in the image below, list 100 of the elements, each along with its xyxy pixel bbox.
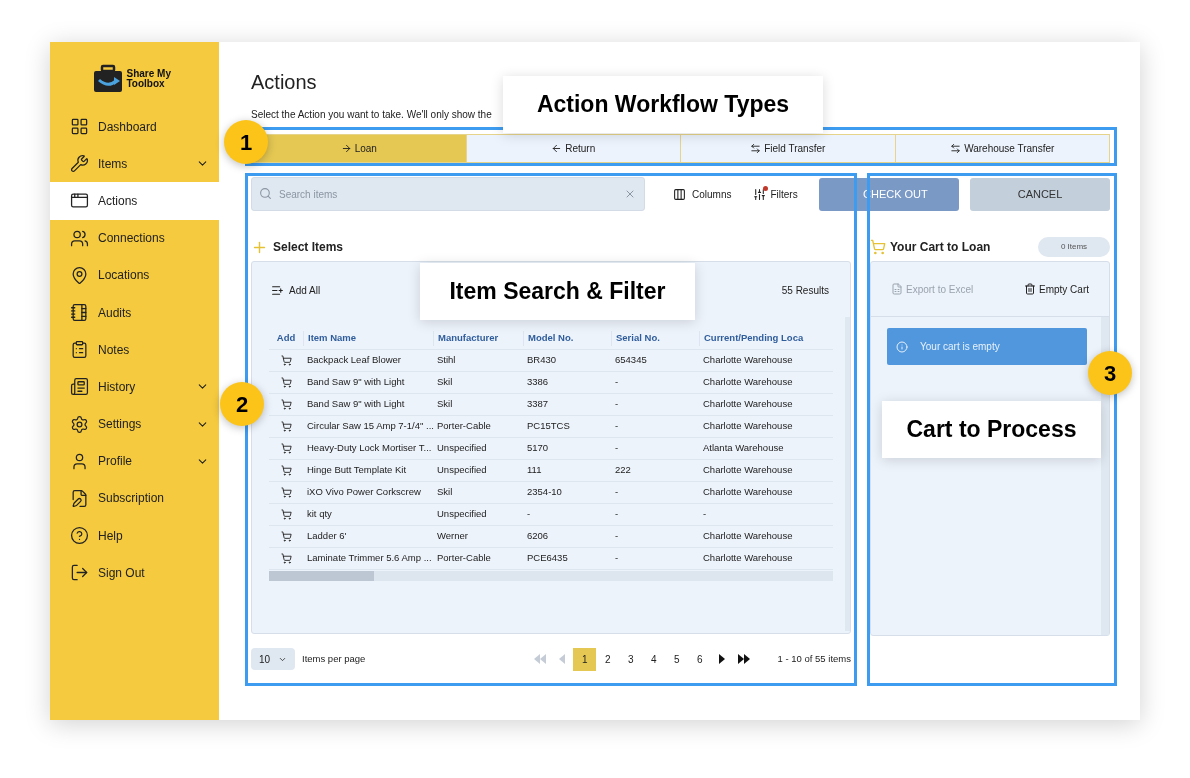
table-cell-text: 3386	[526, 375, 550, 390]
table-cell-text: Werner	[436, 529, 469, 544]
action-tab[interactable]: Field Transfer	[681, 135, 896, 162]
number-badge: 1	[224, 120, 268, 164]
arrow-icon	[340, 143, 352, 154]
sliders-icon	[753, 187, 767, 201]
table-cell-text: Charlotte Warehouse	[702, 397, 794, 412]
sidebar-item-icon	[70, 117, 89, 137]
add-to-cart-icon[interactable]	[280, 531, 292, 542]
sidebar-item[interactable]: Help	[50, 517, 219, 555]
search-field[interactable]: Search items	[251, 177, 645, 211]
sidebar-item[interactable]: Items	[50, 145, 219, 183]
add-to-cart-icon[interactable]	[280, 509, 292, 520]
sidebar-item[interactable]: Dashboard	[50, 108, 219, 146]
sidebar-item[interactable]: Profile	[50, 442, 219, 480]
annotation-callout: Action Workflow Types	[503, 76, 823, 133]
section-title: Select Items	[273, 239, 344, 256]
column-header[interactable]: Item Name	[303, 331, 433, 346]
sidebar-item[interactable]: Actions	[50, 182, 219, 220]
table-cell-text: Unspecified	[436, 507, 488, 522]
arrow-icon	[750, 143, 762, 154]
cart-icon	[870, 239, 886, 255]
table-cell-text: Charlotte Warehouse	[702, 463, 794, 478]
table-cell-text: Charlotte Warehouse	[702, 375, 794, 390]
table-cell-text: -	[614, 441, 620, 456]
spreadsheet-icon	[891, 283, 903, 295]
table-cell-text: BR430	[526, 353, 558, 368]
sidebar-item[interactable]: Connections	[50, 219, 219, 257]
table-cell-text: 111	[526, 463, 543, 478]
vertical-scrollbar[interactable]	[845, 317, 850, 631]
action-tab[interactable]: Return	[466, 135, 681, 162]
columns-icon	[673, 187, 686, 201]
filters-button[interactable]: Filters	[753, 186, 798, 202]
add-all-button[interactable]: Add All	[271, 282, 321, 298]
table-cell-text: Charlotte Warehouse	[702, 419, 794, 434]
table-cell-text: Skil	[436, 375, 454, 390]
column-header[interactable]: Model No.	[523, 331, 611, 346]
table-cell-text: -	[614, 485, 620, 500]
add-to-cart-icon[interactable]	[280, 355, 292, 366]
double-triangle-icon	[533, 652, 548, 666]
annotation-callout: Item Search & Filter	[420, 263, 695, 320]
table-cell-text: Unspecified	[436, 463, 488, 478]
table-cell-text: Band Saw 9" with Light	[306, 397, 406, 412]
sidebar-item[interactable]: Sign Out	[50, 554, 219, 592]
page-number[interactable]: 5	[665, 647, 689, 671]
page-number[interactable]: 2	[596, 647, 620, 671]
sidebar-item[interactable]: Notes	[50, 331, 219, 369]
page-number[interactable]: 6	[688, 647, 712, 671]
table-cell-text: -	[614, 507, 620, 522]
columns-button[interactable]: Columns	[673, 186, 732, 202]
column-header[interactable]: Serial No.	[611, 331, 699, 346]
add-to-cart-icon[interactable]	[280, 399, 292, 410]
sidebar-item[interactable]: Audits	[50, 293, 219, 332]
add-to-cart-icon[interactable]	[280, 421, 292, 432]
table-cell-text: Heavy-Duty Lock Mortiser T...	[306, 441, 433, 456]
arrow-icon	[950, 143, 962, 154]
logo-text: Share My Toolbox	[126, 69, 172, 89]
table-cell-text: Porter-Cable	[436, 551, 492, 566]
sidebar-item-icon	[70, 154, 89, 174]
add-to-cart-icon[interactable]	[280, 487, 292, 498]
add-to-cart-icon[interactable]	[280, 465, 292, 476]
table-cell-text: 654345	[614, 353, 648, 368]
table-cell-text: -	[614, 375, 620, 390]
page-size-label: Items per page	[302, 651, 366, 666]
table-cell-text: kit qty	[306, 507, 333, 522]
cart-count: 0 Items	[1038, 237, 1110, 257]
sidebar-item-icon	[70, 377, 89, 397]
cancel-button[interactable]: CANCEL	[970, 177, 1110, 211]
sidebar-item[interactable]: Settings	[50, 405, 219, 443]
sidebar-item-icon	[70, 414, 89, 434]
table-cell-text: -	[614, 419, 620, 434]
table-cell-text: 6206	[526, 529, 550, 544]
page-number[interactable]: 4	[642, 647, 666, 671]
table-cell-text: Unspecified	[436, 441, 488, 456]
column-header[interactable]: Manufacturer	[433, 331, 523, 346]
add-to-cart-icon[interactable]	[280, 553, 292, 564]
action-tab[interactable]: Warehouse Transfer	[895, 135, 1109, 162]
table-cell-text: -	[614, 529, 620, 544]
page-number[interactable]: 1	[573, 647, 597, 671]
table-cell-text: Porter-Cable	[436, 419, 492, 434]
search-icon	[259, 187, 272, 200]
table-cell-text: Backpack Leaf Blower	[306, 353, 402, 368]
sidebar-item[interactable]: Locations	[50, 256, 219, 294]
column-header[interactable]: Add	[269, 331, 303, 346]
toolbox-logo-icon	[92, 64, 123, 94]
table-cell-text: Hinge Butt Template Kit	[306, 463, 408, 478]
page-size-dropdown[interactable]: 10	[251, 648, 295, 670]
add-to-cart-icon[interactable]	[280, 443, 292, 454]
table-cell-text: 2354-10	[526, 485, 563, 500]
table-cell-text: Circular Saw 15 Amp 7-1/4" ...	[306, 419, 433, 434]
horizontal-scrollbar[interactable]	[269, 571, 833, 581]
number-badge: 2	[220, 382, 264, 426]
table-cell-text: 3387	[526, 397, 550, 412]
empty-cart-button[interactable]: Empty Cart	[1024, 281, 1089, 297]
sidebar-item[interactable]: History	[50, 368, 219, 406]
add-to-cart-icon[interactable]	[280, 377, 292, 388]
table-cell-text: Atlanta Warehouse	[702, 441, 785, 456]
page-number[interactable]: 3	[619, 647, 643, 671]
sidebar-item[interactable]: Subscription	[50, 479, 219, 518]
column-header[interactable]: Current/Pending Loca	[699, 331, 833, 346]
